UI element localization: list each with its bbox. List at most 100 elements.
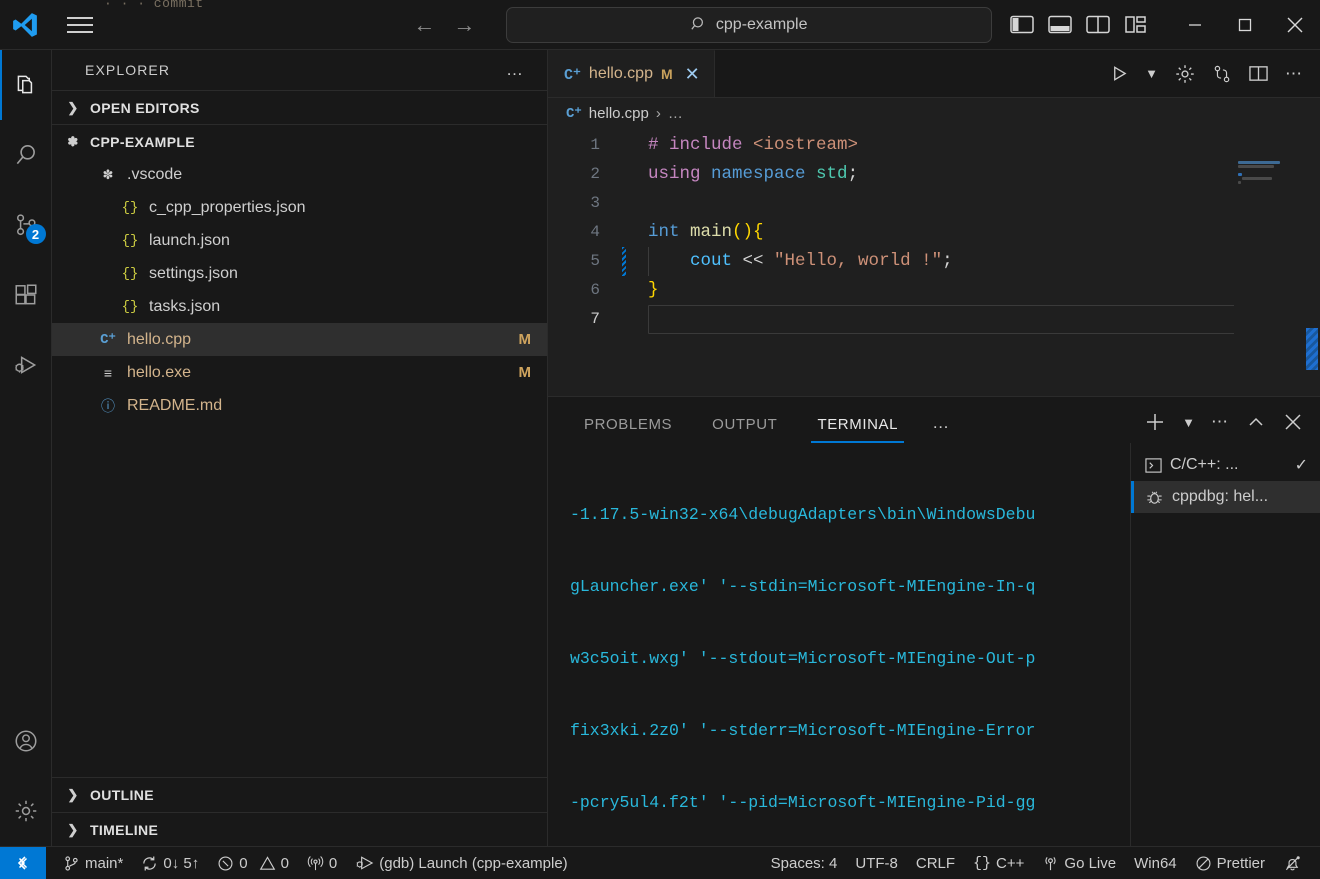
section-timeline[interactable]: ❯ TIMELINE bbox=[52, 812, 547, 846]
prettier-blocked-icon bbox=[1195, 855, 1212, 872]
remote-window-icon[interactable] bbox=[0, 846, 46, 879]
code-token: int bbox=[648, 222, 691, 242]
tab-terminal[interactable]: TERMINAL bbox=[811, 416, 904, 443]
status-go-live[interactable]: Go Live bbox=[1033, 847, 1125, 879]
search-input[interactable]: cpp-example bbox=[506, 6, 992, 43]
json-icon: {} bbox=[121, 298, 139, 315]
explorer-title: EXPLORER bbox=[85, 62, 171, 78]
sidebar-item-explorer[interactable] bbox=[0, 50, 52, 120]
tab-hello-cpp[interactable]: C⁺ hello.cpp M ✕ bbox=[548, 50, 715, 97]
split-editor-icon[interactable] bbox=[1248, 64, 1269, 83]
chevron-up-icon[interactable] bbox=[1246, 412, 1266, 432]
layout-sidebar-left-icon[interactable] bbox=[1010, 14, 1034, 35]
plus-icon[interactable] bbox=[1144, 411, 1166, 433]
status-indentation[interactable]: Spaces: 4 bbox=[762, 847, 847, 879]
tab-label: hello.cpp bbox=[588, 65, 653, 82]
ellipsis-icon[interactable]: ⋯ bbox=[1211, 412, 1230, 432]
gear-icon[interactable] bbox=[1174, 63, 1196, 85]
close-window[interactable] bbox=[1270, 0, 1320, 50]
sidebar-item-source-control[interactable]: 2 bbox=[0, 190, 52, 260]
info-markdown-icon: ⓘ bbox=[101, 397, 115, 414]
minimize-window[interactable] bbox=[1170, 0, 1220, 50]
tree-item-readme-md[interactable]: ⓘ README.md bbox=[52, 389, 547, 422]
minimap[interactable] bbox=[1234, 128, 1304, 396]
terminal-list-item-cppdbg[interactable]: cppdbg: hel... bbox=[1131, 481, 1320, 513]
arrow-left-icon[interactable]: ← bbox=[412, 13, 436, 36]
code-line-5: 5 cout << "Hello, world !"; bbox=[548, 247, 1320, 276]
panel-body: -1.17.5-win32-x64\debugAdapters\bin\Wind… bbox=[548, 443, 1320, 846]
error-icon bbox=[217, 855, 234, 872]
status-sync[interactable]: 0↓ 5↑ bbox=[132, 847, 208, 879]
binary-file-icon: ≡ bbox=[103, 364, 113, 381]
terminal-tabs-list: C/C++: ... ✓ cppdbg: hel... bbox=[1130, 443, 1320, 846]
layout-sidebar-right-icon[interactable] bbox=[1086, 14, 1110, 35]
tree-item-settings-json[interactable]: {} settings.json bbox=[52, 257, 547, 290]
code-token: main bbox=[690, 222, 733, 242]
section-open-editors-label: OPEN EDITORS bbox=[90, 99, 200, 116]
status-eol[interactable]: CRLF bbox=[907, 847, 964, 879]
line-number: 4 bbox=[590, 223, 600, 241]
status-encoding[interactable]: UTF-8 bbox=[846, 847, 907, 879]
close-icon[interactable] bbox=[1282, 411, 1304, 433]
play-icon[interactable] bbox=[1110, 64, 1129, 83]
status-language-mode[interactable]: {} C++ bbox=[964, 847, 1033, 879]
status-branch[interactable]: main* bbox=[54, 847, 132, 879]
section-outline[interactable]: ❯ OUTLINE bbox=[52, 778, 547, 812]
layout-grid-icon[interactable] bbox=[1124, 14, 1148, 35]
account-icon[interactable] bbox=[0, 706, 52, 776]
chevron-down-icon[interactable]: ▼ bbox=[1145, 66, 1158, 81]
status-prettier[interactable]: Prettier bbox=[1186, 847, 1274, 879]
ellipsis-icon[interactable]: ⋯ bbox=[1285, 64, 1304, 84]
code-editor[interactable]: 1 # include <iostream> 2 using namespace… bbox=[548, 128, 1320, 396]
switch-icon[interactable] bbox=[1212, 64, 1232, 84]
broadcast-icon bbox=[1042, 855, 1059, 872]
radio-tower-icon bbox=[307, 855, 324, 872]
tab-output[interactable]: OUTPUT bbox=[706, 416, 783, 443]
tree-item-launch-json[interactable]: {} launch.json bbox=[52, 224, 547, 257]
close-icon[interactable]: ✕ bbox=[685, 64, 700, 85]
terminal-list-item-cpp-task[interactable]: C/C++: ... ✓ bbox=[1131, 449, 1320, 481]
layout-panel-bottom-icon[interactable] bbox=[1048, 14, 1072, 35]
debug-alt-icon bbox=[355, 854, 374, 872]
tree-item-tasks-json[interactable]: {} tasks.json bbox=[52, 290, 547, 323]
tree-item-c-cpp-properties[interactable]: {} c_cpp_properties.json bbox=[52, 191, 547, 224]
status-notifications[interactable] bbox=[1274, 847, 1320, 879]
json-icon: {} bbox=[121, 265, 139, 282]
arrow-right-icon[interactable]: → bbox=[452, 13, 476, 36]
breadcrumb-file[interactable]: hello.cpp bbox=[589, 105, 649, 122]
code-token: ; bbox=[942, 251, 953, 271]
chevron-down-icon[interactable]: ▼ bbox=[1182, 415, 1195, 430]
section-open-editors[interactable]: ❯ OPEN EDITORS bbox=[52, 90, 547, 124]
main-menu-button[interactable] bbox=[58, 16, 102, 33]
overview-ruler[interactable] bbox=[1304, 128, 1320, 396]
terminal-line: fix3xki.2z0' '--stderr=Microsoft-MIEngin… bbox=[570, 721, 1036, 740]
workbench-body: 2 EXPLORER … ❯ OPEN EDITORS ✽ CPP-EXAMPL… bbox=[0, 50, 1320, 846]
status-debug-config[interactable]: (gdb) Launch (cpp-example) bbox=[346, 847, 576, 879]
tree-item-vscode-folder[interactable]: ✽ .vscode bbox=[52, 158, 547, 191]
gear-icon[interactable] bbox=[0, 776, 52, 846]
status-language-label: C++ bbox=[996, 854, 1025, 872]
status-problems[interactable]: 0 0 bbox=[208, 847, 298, 879]
status-ports[interactable]: 0 bbox=[298, 847, 346, 879]
chevron-right-icon: ❯ bbox=[67, 821, 79, 837]
tab-bar-filler bbox=[714, 50, 1095, 97]
tree-item-hello-cpp[interactable]: C⁺ hello.cpp M bbox=[52, 323, 547, 356]
sidebar-item-extensions[interactable] bbox=[0, 260, 52, 330]
tree-item-hello-exe[interactable]: ≡ hello.exe M bbox=[52, 356, 547, 389]
sidebar-item-run-and-debug[interactable] bbox=[0, 330, 52, 400]
panel-more-tabs[interactable]: … bbox=[932, 413, 951, 443]
sidebar-item-search[interactable] bbox=[0, 120, 52, 190]
breadcrumb-rest[interactable]: … bbox=[668, 105, 683, 122]
code-token: cout bbox=[690, 251, 733, 271]
file-tree: ✽ .vscode {} c_cpp_properties.json {} la… bbox=[52, 158, 547, 777]
terminal-output[interactable]: -1.17.5-win32-x64\debugAdapters\bin\Wind… bbox=[548, 443, 1130, 846]
status-platform[interactable]: Win64 bbox=[1125, 847, 1186, 879]
section-cpp-example[interactable]: ✽ CPP-EXAMPLE bbox=[52, 124, 547, 158]
explorer-more-actions[interactable]: … bbox=[506, 60, 525, 80]
modified-badge: M bbox=[518, 364, 532, 381]
maximize-window[interactable] bbox=[1220, 0, 1270, 50]
tab-problems[interactable]: PROBLEMS bbox=[578, 416, 678, 443]
source-control-badge: 2 bbox=[25, 224, 46, 244]
tree-item-label: tasks.json bbox=[149, 297, 221, 315]
code-token: using bbox=[648, 164, 712, 184]
